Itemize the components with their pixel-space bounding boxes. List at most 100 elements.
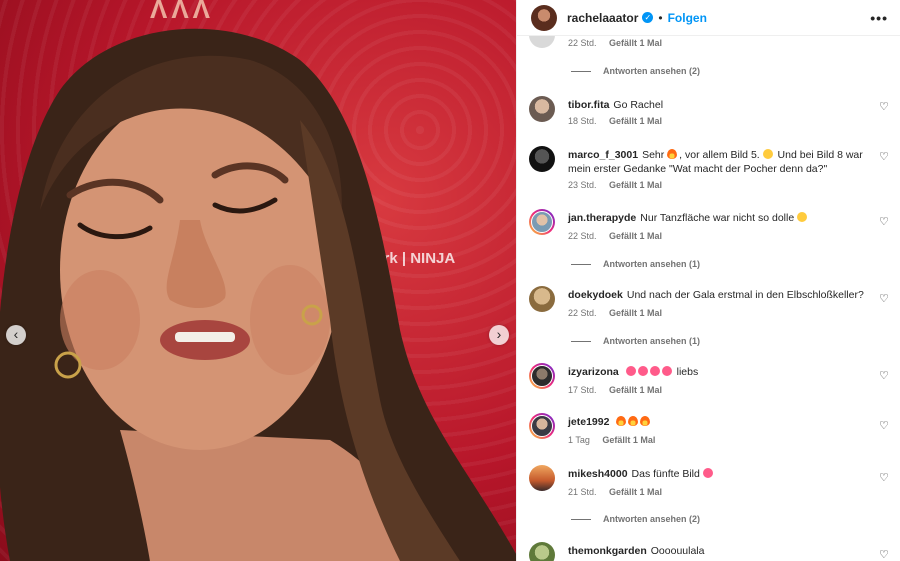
comment-likes[interactable]: Gefällt 1 Mal xyxy=(609,116,662,126)
comment-text: mikesh4000 Das fünfte Bild xyxy=(568,467,864,481)
comment-meta: 22 Std. Gefällt 1 Mal xyxy=(568,308,672,318)
comment-meta: 1 Tag Gefällt 1 Mal xyxy=(568,435,665,445)
comment-likes[interactable]: Gefällt 1 Mal xyxy=(609,308,662,318)
commenter-avatar[interactable] xyxy=(529,542,555,561)
comment-username[interactable]: marco_f_3001 xyxy=(568,149,638,161)
view-replies-button[interactable]: Antworten ansehen (1) xyxy=(571,336,700,346)
commenter-avatar[interactable] xyxy=(529,413,555,439)
comment-username[interactable]: tibor.fita xyxy=(568,99,609,111)
fire-emoji-icon xyxy=(616,416,627,426)
heart-eyes-emoji-icon xyxy=(649,366,660,376)
replies-divider xyxy=(571,340,591,342)
comment-time: 1 Tag xyxy=(568,435,590,445)
heart-eyes-emoji-icon xyxy=(702,468,713,478)
comment-time: 21 Std. xyxy=(568,487,597,497)
author-avatar[interactable] xyxy=(531,4,557,31)
comment-meta: 22 Std. Gefällt 1 Mal xyxy=(568,231,672,241)
heart-eyes-emoji-icon xyxy=(661,366,672,376)
previous-image-button[interactable]: ‹ xyxy=(6,325,26,345)
heart-icon[interactable]: ♡ xyxy=(879,471,889,484)
comment-meta: 18 Std. Gefällt 1 Mal xyxy=(568,116,672,126)
comment-text: marco_f_3001 Sehr , vor allem Bild 5. Und… xyxy=(568,148,864,176)
heart-icon[interactable]: ♡ xyxy=(879,548,889,561)
comment-text: tibor.fita Go Rachel xyxy=(568,98,864,112)
comment-meta: 17 Std. Gefällt 1 Mal xyxy=(568,385,672,395)
comments-panel: rachelaaator ✓ • Folgen ••• 22 Std. Gefä… xyxy=(516,0,900,561)
commenter-avatar[interactable] xyxy=(529,146,555,172)
comment-text: doekydoek Und nach der Gala erstmal in de… xyxy=(568,288,864,302)
heart-icon[interactable]: ♡ xyxy=(879,419,889,432)
commenter-avatar[interactable] xyxy=(529,286,555,312)
comment-username[interactable]: jete1992 xyxy=(568,416,609,428)
heart-eyes-emoji-icon xyxy=(637,366,648,376)
comment-body: Das fünfte Bild xyxy=(631,468,700,480)
comment-username[interactable]: doekydoek xyxy=(568,289,623,301)
comment-likes[interactable]: Gefällt 1 Mal xyxy=(609,487,662,497)
comment-body: Oooouulala xyxy=(650,545,705,557)
replies-divider xyxy=(571,518,591,520)
comment-time: 22 Std. xyxy=(568,308,597,318)
separator-dot: • xyxy=(658,10,663,25)
chevron-left-icon: ‹ xyxy=(13,326,19,342)
comment-time: 17 Std. xyxy=(568,385,597,395)
commenter-avatar[interactable] xyxy=(529,96,555,122)
comment-time: 22 Std. xyxy=(568,38,597,48)
comment-username[interactable]: jan.therapyde xyxy=(568,212,636,224)
comment-body: Go Rachel xyxy=(613,99,664,111)
comment-body-part-2: , vor allem Bild 5. xyxy=(679,149,760,161)
commenter-avatar[interactable] xyxy=(529,465,555,491)
comment-meta: 23 Std. Gefällt 1 Mal xyxy=(568,180,672,190)
comment-username[interactable]: izyarizona xyxy=(568,366,619,378)
heart-icon[interactable]: ♡ xyxy=(879,292,889,305)
heart-icon[interactable]: ♡ xyxy=(879,100,889,113)
comment-text: themonkgarden Oooouulala xyxy=(568,544,864,558)
next-image-button[interactable]: › xyxy=(489,325,509,345)
heart-eyes-emoji-icon xyxy=(625,366,636,376)
view-replies-label: Antworten ansehen (1) xyxy=(603,259,701,269)
view-replies-button[interactable]: Antworten ansehen (1) xyxy=(571,259,700,269)
comment-username[interactable]: themonkgarden xyxy=(568,545,647,557)
comment-time: 23 Std. xyxy=(568,180,597,190)
view-replies-label: Antworten ansehen (2) xyxy=(603,66,701,76)
comment-body-part-1: Sehr xyxy=(642,149,665,161)
fire-emoji-icon xyxy=(640,416,651,426)
heart-icon[interactable]: ♡ xyxy=(879,150,889,163)
follow-button[interactable]: Folgen xyxy=(668,11,707,25)
author-username[interactable]: rachelaaator xyxy=(567,11,638,25)
grimacing-emoji-icon xyxy=(797,212,808,222)
view-replies-button[interactable]: Antworten ansehen (2) xyxy=(571,514,700,524)
commenter-avatar[interactable] xyxy=(529,209,555,235)
comment-text: jan.therapyde Nur Tanzfläche war nicht so… xyxy=(568,211,864,225)
comment-time: 22 Std. xyxy=(568,231,597,241)
heart-icon[interactable]: ♡ xyxy=(879,215,889,228)
heart-icon[interactable]: ♡ xyxy=(879,369,889,382)
fire-emoji-icon xyxy=(667,149,678,159)
portrait-illustration xyxy=(0,28,516,561)
comment-likes[interactable]: Gefällt 1 Mal xyxy=(602,435,655,445)
comment-body: liebs xyxy=(676,366,699,378)
verified-badge-icon: ✓ xyxy=(642,12,654,23)
view-replies-button[interactable]: Antworten ansehen (2) xyxy=(571,66,700,76)
comment-meta: 21 Std. Gefällt 1 Mal xyxy=(568,487,672,497)
comment-text: izyarizona liebs xyxy=(568,365,864,379)
post-header: rachelaaator ✓ • Folgen ••• xyxy=(517,0,900,36)
commenter-avatar[interactable] xyxy=(529,363,555,389)
view-replies-label: Antworten ansehen (2) xyxy=(603,514,701,524)
grinning-emoji-icon xyxy=(762,149,773,159)
comment-text: jete1992 xyxy=(568,415,864,429)
comment-likes[interactable]: Gefällt 1 Mal xyxy=(609,231,662,241)
comment-meta: 22 Std. Gefällt 1 Mal xyxy=(568,38,672,48)
comment-body: Nur Tanzfläche war nicht so dolle xyxy=(640,212,795,224)
comment-likes[interactable]: Gefällt 1 Mal xyxy=(609,38,662,48)
fire-emoji-icon xyxy=(628,416,639,426)
comment-username[interactable]: mikesh4000 xyxy=(568,468,628,480)
view-replies-label: Antworten ansehen (1) xyxy=(603,336,701,346)
post-photo: ΛΛΛ 25 Shark | NINJA ‹ › xyxy=(0,0,516,561)
replies-divider xyxy=(571,263,591,265)
replies-divider xyxy=(571,70,591,72)
comment-likes[interactable]: Gefällt 1 Mal xyxy=(609,385,662,395)
comment-time: 18 Std. xyxy=(568,116,597,126)
more-options-icon[interactable]: ••• xyxy=(870,10,888,26)
comment-likes[interactable]: Gefällt 1 Mal xyxy=(609,180,662,190)
chevron-right-icon: › xyxy=(496,326,502,342)
